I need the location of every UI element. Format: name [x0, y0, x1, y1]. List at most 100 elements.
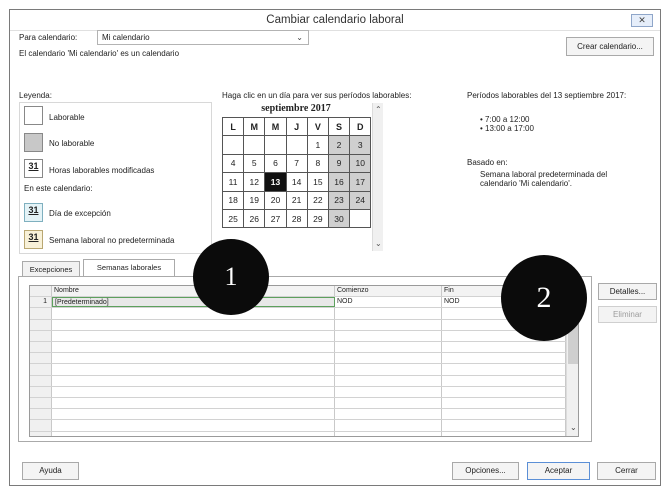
table-row-empty[interactable] — [30, 342, 566, 354]
table-cell-empty — [30, 409, 52, 420]
month-calendar: L M M J V S D 1 2 3 4 5 6 7 8 9 10 11 12 13 14 15 16 17 1… — [221, 116, 372, 229]
calendar-day-21[interactable]: 21 — [285, 190, 308, 210]
calendar-day-7[interactable]: 7 — [285, 153, 308, 174]
calendar-select[interactable]: Mi calendario ⌄ — [97, 30, 309, 45]
calendar-day-27[interactable]: 27 — [264, 208, 287, 229]
table-row-empty[interactable] — [30, 409, 566, 421]
calendar-day-22[interactable]: 22 — [306, 190, 329, 210]
calendar-day-26[interactable]: 26 — [243, 208, 266, 229]
table-row-empty[interactable] — [30, 308, 566, 320]
table-row[interactable]: 1 [Predeterminado] NOD NOD — [30, 297, 566, 309]
table-cell-empty — [30, 375, 52, 386]
calendar-day-empty — [349, 208, 372, 229]
chevron-down-icon: ⌄ — [296, 33, 303, 42]
table-row-empty[interactable] — [30, 319, 566, 331]
scroll-up-icon[interactable]: ⌃ — [375, 105, 382, 114]
calendar-day-24[interactable]: 24 — [349, 190, 372, 210]
calendar-day-3[interactable]: 3 — [349, 135, 372, 155]
calendar-day-30[interactable]: 30 — [327, 208, 351, 229]
calendar-day-10[interactable]: 10 — [349, 153, 372, 174]
calendar-scrollbar[interactable]: ⌃ ⌄ — [372, 103, 383, 251]
legend-swatch-nondefault-week: 31 — [24, 230, 43, 249]
table-row-empty[interactable] — [30, 353, 566, 365]
calendar-day-2[interactable]: 2 — [327, 135, 351, 155]
table-cell-empty — [335, 420, 442, 431]
calendar-day-14[interactable]: 14 — [285, 172, 308, 192]
calendar-month-title: septiembre 2017 — [261, 103, 331, 114]
table-cell-empty — [442, 342, 566, 353]
tab-exceptions[interactable]: Excepciones — [22, 261, 80, 277]
legend-label-exception: Día de excepción — [49, 209, 111, 218]
tab-work-weeks[interactable]: Semanas laborales — [83, 259, 175, 277]
calendar-day-4[interactable]: 4 — [221, 153, 245, 174]
scroll-down-icon[interactable]: ⌄ — [375, 239, 382, 248]
calendar-day-5[interactable]: 5 — [243, 153, 266, 174]
table-row-empty[interactable] — [30, 330, 566, 342]
legend-section-title: En este calendario: — [24, 184, 93, 193]
table-cell-empty — [335, 375, 442, 386]
calendar-day-11[interactable]: 11 — [221, 172, 245, 192]
calendar-day-23[interactable]: 23 — [327, 190, 351, 210]
accept-button[interactable]: Aceptar — [527, 462, 590, 480]
calendar-day-empty — [285, 135, 308, 155]
table-cell-empty — [30, 342, 52, 353]
table-cell-empty — [52, 353, 335, 364]
calendar-week-row: 18 19 20 21 22 23 24 — [221, 190, 372, 210]
calendar-day-28[interactable]: 28 — [285, 208, 308, 229]
calendar-day-empty — [264, 135, 287, 155]
cell-start[interactable]: NOD — [335, 297, 442, 308]
weekday-header: M — [264, 116, 287, 137]
calendar-day-17[interactable]: 17 — [349, 172, 372, 192]
calendar-day-8[interactable]: 8 — [306, 153, 329, 174]
table-cell-empty — [335, 386, 442, 397]
column-header-start: Comienzo — [335, 286, 442, 297]
weekday-header: D — [349, 116, 372, 137]
table-row-empty[interactable] — [30, 375, 566, 387]
create-calendar-button[interactable]: Crear calendario... — [566, 37, 654, 56]
table-row-empty[interactable] — [30, 431, 566, 436]
table-cell-empty — [52, 398, 335, 409]
calendar-day-1[interactable]: 1 — [306, 135, 329, 155]
legend-swatch-exception: 31 — [24, 203, 43, 222]
table-row-empty[interactable] — [30, 386, 566, 398]
calendar-day-16[interactable]: 16 — [327, 172, 351, 192]
calendar-day-13[interactable]: 13 — [264, 172, 287, 192]
weekday-header: L — [221, 116, 245, 137]
table-cell-empty — [30, 308, 52, 319]
weekday-header-row: L M M J V S D — [221, 116, 372, 137]
table-cell-empty — [52, 409, 335, 420]
table-cell-empty — [52, 420, 335, 431]
calendar-day-6[interactable]: 6 — [264, 153, 287, 174]
based-on-line2: calendario 'Mi calendario'. — [480, 179, 572, 188]
options-button[interactable]: Opciones... — [452, 462, 519, 480]
legend-label-nonworking: No laborable — [49, 139, 95, 148]
calendar-day-25[interactable]: 25 — [221, 208, 245, 229]
calendar-day-9[interactable]: 9 — [327, 153, 351, 174]
calendar-day-15[interactable]: 15 — [306, 172, 329, 192]
table-cell-empty — [30, 386, 52, 397]
scroll-down-icon[interactable]: ⌄ — [570, 423, 577, 432]
table-cell-empty — [335, 398, 442, 409]
title-bar: Cambiar calendario laboral ✕ — [10, 10, 660, 31]
cell-name[interactable]: [Predeterminado] — [52, 297, 335, 308]
table-row-empty[interactable] — [30, 420, 566, 432]
delete-button[interactable]: Eliminar — [598, 306, 657, 323]
table-row-empty[interactable] — [30, 364, 566, 376]
row-number-header — [30, 286, 52, 297]
table-row-empty[interactable] — [30, 398, 566, 410]
calendar-week-row: 4 5 6 7 8 9 10 — [221, 153, 372, 174]
details-button[interactable]: Detalles... — [598, 283, 657, 300]
calendar-day-20[interactable]: 20 — [264, 190, 287, 210]
legend-label-working: Laborable — [49, 113, 85, 122]
calendar-day-12[interactable]: 12 — [243, 172, 266, 192]
table-cell-empty — [52, 330, 335, 341]
calendar-day-18[interactable]: 18 — [221, 190, 245, 210]
calendar-day-29[interactable]: 29 — [306, 208, 329, 229]
calendar-day-empty — [221, 135, 245, 155]
table-cell-empty — [335, 319, 442, 330]
calendar-day-19[interactable]: 19 — [243, 190, 266, 210]
help-button[interactable]: Ayuda — [22, 462, 79, 480]
cancel-button[interactable]: Cerrar — [597, 462, 656, 480]
table-cell-empty — [52, 319, 335, 330]
close-button[interactable]: ✕ — [631, 14, 653, 27]
